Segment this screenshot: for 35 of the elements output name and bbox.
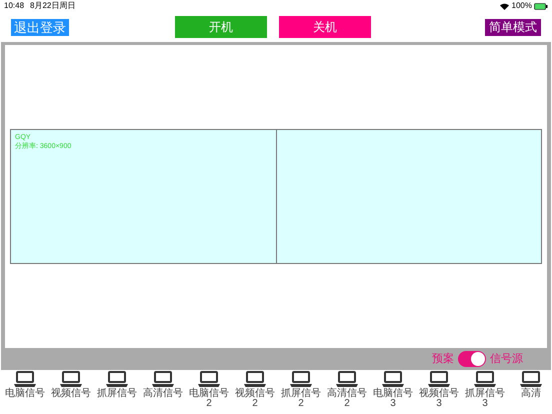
source-label[interactable]: 高清信号 2 [325, 389, 369, 409]
laptop-icon [105, 371, 129, 388]
source-label[interactable]: 抓屏信号 [95, 389, 139, 399]
laptop-icon [335, 371, 359, 388]
status-date: 8月22日周日 [30, 0, 76, 12]
mode-switch[interactable] [458, 351, 486, 367]
laptop-icon [427, 371, 451, 388]
screen-cell[interactable] [276, 130, 541, 263]
simple-mode-button[interactable]: 简单模式 [485, 18, 541, 36]
laptop-icon [519, 371, 543, 388]
battery-icon [534, 2, 548, 10]
source-label[interactable]: 电脑信号 [3, 389, 47, 399]
laptop-icon [289, 371, 313, 388]
status-time: 10:48 [4, 0, 24, 12]
source-label[interactable]: 电脑信号 2 [187, 389, 231, 409]
plan-label: 预案 [432, 352, 454, 367]
source-label[interactable]: 视频信号 2 [233, 389, 277, 409]
power-off-button[interactable]: 关机 [279, 16, 371, 38]
laptop-icon [59, 371, 83, 388]
source-label[interactable]: 高清 [509, 389, 552, 399]
source-label[interactable]: 高清信号 [141, 389, 185, 399]
laptop-icon [13, 371, 37, 388]
wifi-icon [500, 2, 509, 10]
source-label[interactable]: 抓屏信号 3 [463, 389, 507, 409]
source-label[interactable]: 抓屏信号 2 [279, 389, 323, 409]
laptop-icon [151, 371, 175, 388]
source-label[interactable]: 电脑信号 3 [371, 389, 415, 409]
laptop-icon [381, 371, 405, 388]
source-label: 信号源 [490, 352, 523, 367]
laptop-icon [243, 371, 267, 388]
source-label[interactable]: 视频信号 [49, 389, 93, 399]
laptop-icon [473, 371, 497, 388]
laptop-icon [197, 371, 221, 388]
battery-percent: 100% [512, 0, 532, 12]
source-label[interactable]: 视频信号 3 [417, 389, 461, 409]
